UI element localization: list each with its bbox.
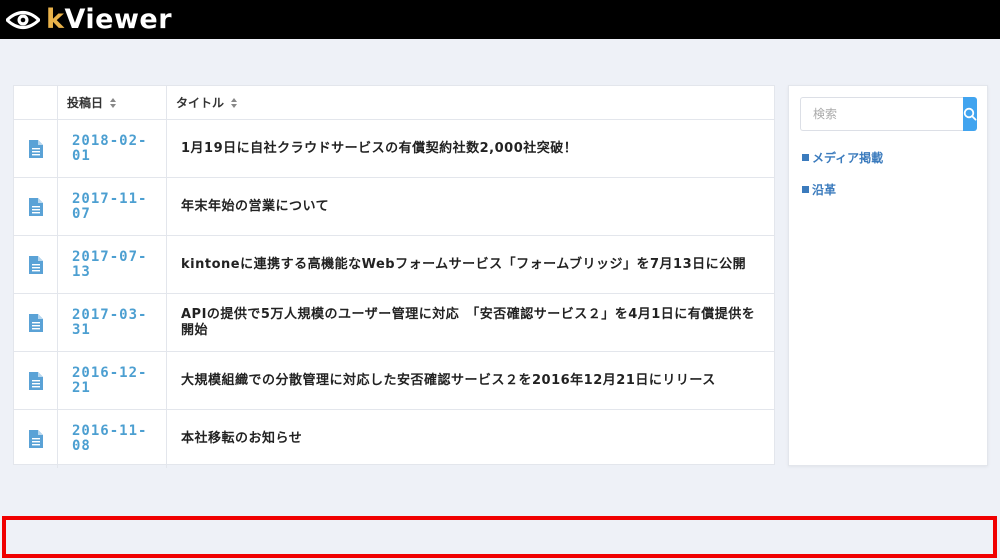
document-icon[interactable] (28, 313, 43, 332)
date-header-label: 投稿日 (67, 96, 104, 110)
row-date: 2016-11- 08 (72, 423, 148, 454)
row-date: 2018-02- 01 (72, 132, 148, 164)
row-title: APIの提供で5万人規模のユーザー管理に対応 「安否確認サービス２」を4月1日に… (181, 306, 756, 338)
table-header: 投稿日 タイトル (14, 86, 774, 120)
row-date: 2017-03- 31 (72, 306, 148, 338)
header-icon-cell (14, 86, 58, 119)
title-cell: 1月19日に自社クラウドサービスの有償契約社数2,000社突破！ (167, 120, 774, 177)
sort-by-date-header[interactable]: 投稿日 (58, 86, 167, 119)
table-row[interactable]: 2016-11- 08 本社移転のお知らせ (14, 410, 774, 468)
document-icon[interactable] (28, 139, 43, 158)
title-cell: kintoneに連携する高機能なWebフォームサービス「フォームブリッジ」を7月… (167, 236, 774, 293)
title-cell: 年末年始の営業について (167, 178, 774, 235)
search-box (800, 97, 977, 131)
title-header-label: タイトル (176, 96, 225, 110)
sidebar-link-label: 沿革 (812, 183, 837, 197)
title-cell: APIの提供で5万人規模のユーザー管理に対応 「安否確認サービス２」を4月1日に… (167, 294, 774, 351)
row-title: 年末年始の営業について (181, 198, 330, 214)
date-cell: 2017-11- 07 (58, 178, 167, 235)
document-icon[interactable] (28, 430, 43, 448)
table-row[interactable]: 2018-02- 01 1月19日に自社クラウドサービスの有償契約社数2,000… (14, 120, 774, 178)
sidebar: メディア掲載 沿革 (788, 85, 988, 466)
search-icon (963, 107, 977, 121)
row-title: 本社移転のお知らせ (181, 431, 303, 446)
date-cell: 2016-12- 21 (58, 352, 167, 409)
search-button[interactable] (963, 97, 977, 131)
document-icon[interactable] (28, 371, 43, 390)
document-icon[interactable] (28, 197, 43, 216)
search-input[interactable] (800, 97, 963, 131)
row-icon-cell (14, 294, 58, 351)
logo-name: Viewer (64, 4, 173, 35)
row-icon-cell (14, 410, 58, 468)
highlighted-footer-area (2, 516, 997, 558)
app-logo[interactable]: kViewer (46, 6, 172, 33)
date-cell: 2017-03- 31 (58, 294, 167, 351)
row-date: 2016-12- 21 (72, 364, 148, 396)
sidebar-link-media[interactable]: メディア掲載 (802, 149, 883, 166)
sort-icon (110, 97, 117, 108)
table-row[interactable]: 2017-11- 07 年末年始の営業について (14, 178, 774, 236)
row-title: 大規模組織での分散管理に対応した安否確認サービス２を2016年12月21日にリリ… (181, 372, 716, 388)
document-icon[interactable] (28, 255, 43, 274)
sidebar-link-label: メディア掲載 (812, 151, 884, 165)
table-row[interactable]: 2017-03- 31 APIの提供で5万人規模のユーザー管理に対応 「安否確認… (14, 294, 774, 352)
bullet-square-icon (802, 154, 809, 161)
row-icon-cell (14, 120, 58, 177)
logo-k: k (46, 4, 65, 35)
news-table: 投稿日 タイトル 2018-02- 01 1月19日に自社クラウドサービスの有償… (13, 85, 775, 468)
eye-icon (6, 10, 40, 29)
table-row[interactable]: 2016-12- 21 大規模組織での分散管理に対応した安否確認サービス２を20… (14, 352, 774, 410)
table-row[interactable]: 2017-07- 13 kintoneに連携する高機能なWebフォームサービス「… (14, 236, 774, 294)
sidebar-link-history[interactable]: 沿革 (802, 181, 836, 198)
title-cell: 大規模組織での分散管理に対応した安否確認サービス２を2016年12月21日にリリ… (167, 352, 774, 409)
row-date: 2017-11- 07 (72, 190, 148, 222)
top-bar: kViewer (0, 0, 1000, 39)
date-cell: 2018-02- 01 (58, 120, 167, 177)
sort-icon (231, 97, 238, 108)
row-icon-cell (14, 178, 58, 235)
date-cell: 2017-07- 13 (58, 236, 167, 293)
row-title: kintoneに連携する高機能なWebフォームサービス「フォームブリッジ」を7月… (181, 256, 747, 272)
sort-by-title-header[interactable]: タイトル (167, 86, 774, 119)
row-icon-cell (14, 352, 58, 409)
row-date: 2017-07- 13 (72, 248, 148, 280)
date-cell: 2016-11- 08 (58, 410, 167, 468)
bullet-square-icon (802, 186, 809, 193)
row-title: 1月19日に自社クラウドサービスの有償契約社数2,000社突破！ (181, 140, 578, 156)
row-icon-cell (14, 236, 58, 293)
title-cell: 本社移転のお知らせ (167, 410, 774, 468)
